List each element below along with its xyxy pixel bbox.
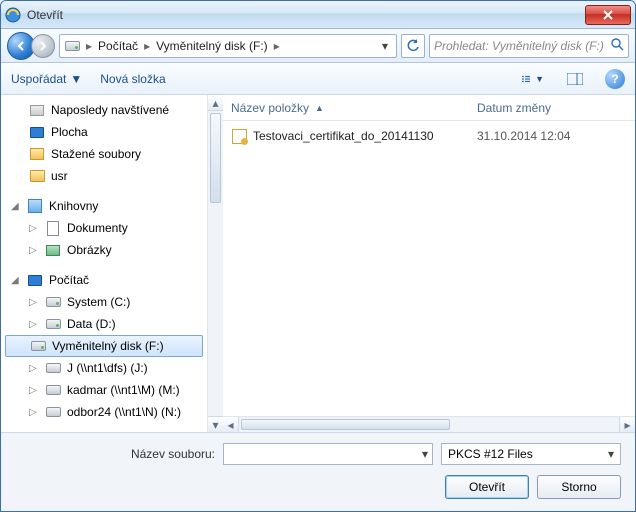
- nav-buttons: [7, 32, 55, 60]
- tree-pictures[interactable]: ▷Obrázky: [1, 239, 207, 261]
- computer-icon: [27, 272, 43, 288]
- breadcrumb-separator-icon: ▸: [142, 39, 152, 53]
- breadcrumb-separator-icon: ▸: [84, 39, 94, 53]
- help-button[interactable]: ?: [605, 69, 625, 89]
- filetype-filter[interactable]: PKCS #12 Files ▾: [441, 443, 621, 465]
- forward-button[interactable]: [31, 34, 55, 58]
- tree-libraries[interactable]: ◢Knihovny: [1, 195, 207, 217]
- body: Naposledy navštívené Plocha Stažené soub…: [1, 95, 635, 433]
- expand-icon[interactable]: ▷: [29, 363, 39, 374]
- net-drive-icon: [45, 360, 61, 376]
- net-drive-icon: [45, 404, 61, 420]
- column-date[interactable]: Datum změny: [477, 101, 627, 115]
- close-button[interactable]: [585, 5, 631, 25]
- expand-icon[interactable]: ▷: [29, 245, 39, 256]
- drive-icon: [64, 38, 80, 54]
- footer: Název souboru: ▾ PKCS #12 Files ▾ Otevří…: [1, 433, 635, 511]
- folder-icon: [29, 168, 45, 184]
- column-name[interactable]: Název položky ▲: [231, 101, 477, 115]
- drive-icon: [45, 294, 61, 310]
- nav-row: ▸ Počítač ▸ Vyměnitelný disk (F:) ▸ ▾ Pr…: [1, 29, 635, 63]
- window-title: Otevřít: [27, 8, 585, 22]
- filename-label: Název souboru:: [15, 447, 215, 461]
- chevron-down-icon: ▾: [608, 447, 614, 461]
- tree-drive-m[interactable]: ▷kadmar (\\nt1\M) (M:): [1, 379, 207, 401]
- scroll-left-icon[interactable]: ◂: [223, 417, 239, 432]
- open-button[interactable]: Otevřít: [445, 475, 529, 499]
- tree-drive-n[interactable]: ▷odbor24 (\\nt1\N) (N:): [1, 401, 207, 423]
- certificate-icon: [231, 128, 247, 144]
- filter-label: PKCS #12 Files: [448, 447, 533, 461]
- file-list[interactable]: Testovaci_certifikat_do_20141130 31.10.2…: [223, 121, 635, 416]
- pictures-icon: [45, 242, 61, 258]
- organize-label: Uspořádat: [11, 72, 66, 86]
- scroll-down-icon[interactable]: ▾: [208, 416, 223, 432]
- file-list-panel: Název položky ▲ Datum změny Testovaci_ce…: [223, 95, 635, 432]
- libraries-icon: [27, 198, 43, 214]
- expand-icon[interactable]: ▷: [29, 385, 39, 396]
- scroll-right-icon[interactable]: ▸: [619, 417, 635, 432]
- refresh-button[interactable]: [401, 34, 425, 58]
- expand-icon[interactable]: ▷: [29, 297, 39, 308]
- desktop-icon: [29, 124, 45, 140]
- new-folder-button[interactable]: Nová složka: [100, 72, 165, 86]
- tree-computer[interactable]: ◢Počítač: [1, 269, 207, 291]
- drive-icon: [45, 316, 61, 332]
- breadcrumb-root[interactable]: Počítač: [98, 39, 138, 53]
- nav-tree: Naposledy navštívené Plocha Stažené soub…: [1, 95, 223, 432]
- view-mode-button[interactable]: ▼: [521, 68, 545, 90]
- tree-drive-c[interactable]: ▷System (C:): [1, 291, 207, 313]
- scroll-thumb[interactable]: [210, 113, 221, 203]
- expand-icon[interactable]: ▷: [29, 407, 39, 418]
- chevron-down-icon[interactable]: ▾: [422, 447, 428, 461]
- documents-icon: [45, 220, 61, 236]
- breadcrumb-separator-icon: ▸: [272, 39, 282, 53]
- ie-icon: [5, 7, 21, 23]
- tree-usr[interactable]: usr: [1, 165, 207, 187]
- toolbar: Uspořádat ▼ Nová složka ▼ ?: [1, 63, 635, 95]
- expand-icon[interactable]: ▷: [29, 223, 39, 234]
- tree-desktop[interactable]: Plocha: [1, 121, 207, 143]
- tree-documents[interactable]: ▷Dokumenty: [1, 217, 207, 239]
- net-drive-icon: [45, 382, 61, 398]
- title-bar: Otevřít: [1, 1, 635, 29]
- tree-drive-d[interactable]: ▷Data (D:): [1, 313, 207, 335]
- file-name: Testovaci_certifikat_do_20141130: [253, 129, 471, 143]
- filename-input[interactable]: ▾: [223, 443, 433, 465]
- address-dropdown[interactable]: ▾: [378, 39, 392, 53]
- sort-asc-icon: ▲: [315, 103, 324, 113]
- preview-pane-button[interactable]: [563, 68, 587, 90]
- chevron-down-icon: ▼: [535, 74, 544, 84]
- file-hscrollbar[interactable]: ◂ ▸: [223, 416, 635, 432]
- expand-icon[interactable]: ▷: [29, 319, 39, 330]
- tree-recent[interactable]: Naposledy navštívené: [1, 99, 207, 121]
- search-input[interactable]: Prohledat: Vyměnitelný disk (F:): [429, 34, 629, 58]
- file-date: 31.10.2014 12:04: [477, 129, 627, 143]
- address-bar[interactable]: ▸ Počítač ▸ Vyměnitelný disk (F:) ▸ ▾: [59, 34, 397, 58]
- file-list-header: Název položky ▲ Datum změny: [223, 95, 635, 121]
- search-placeholder: Prohledat: Vyměnitelný disk (F:): [434, 39, 604, 53]
- cancel-button[interactable]: Storno: [537, 475, 621, 499]
- chevron-down-icon: ▼: [70, 72, 82, 86]
- tree-scrollbar[interactable]: ▴ ▾: [207, 95, 223, 432]
- organize-button[interactable]: Uspořádat ▼: [11, 72, 82, 86]
- collapse-icon[interactable]: ◢: [11, 275, 21, 286]
- drive-icon: [30, 338, 46, 354]
- scroll-thumb[interactable]: [241, 419, 450, 430]
- tree-drive-j[interactable]: ▷J (\\nt1\dfs) (J:): [1, 357, 207, 379]
- downloads-icon: [29, 146, 45, 162]
- recent-icon: [29, 102, 45, 118]
- scroll-up-icon[interactable]: ▴: [208, 95, 223, 111]
- open-dialog: Otevřít ▸ Počítač ▸ Vyměnitelný disk (F:…: [0, 0, 636, 512]
- search-icon[interactable]: [611, 38, 624, 54]
- tree-downloads[interactable]: Stažené soubory: [1, 143, 207, 165]
- file-row[interactable]: Testovaci_certifikat_do_20141130 31.10.2…: [231, 125, 627, 147]
- breadcrumb-current[interactable]: Vyměnitelný disk (F:): [156, 39, 268, 53]
- collapse-icon[interactable]: ◢: [11, 201, 21, 212]
- tree-drive-f[interactable]: Vyměnitelný disk (F:): [5, 335, 203, 357]
